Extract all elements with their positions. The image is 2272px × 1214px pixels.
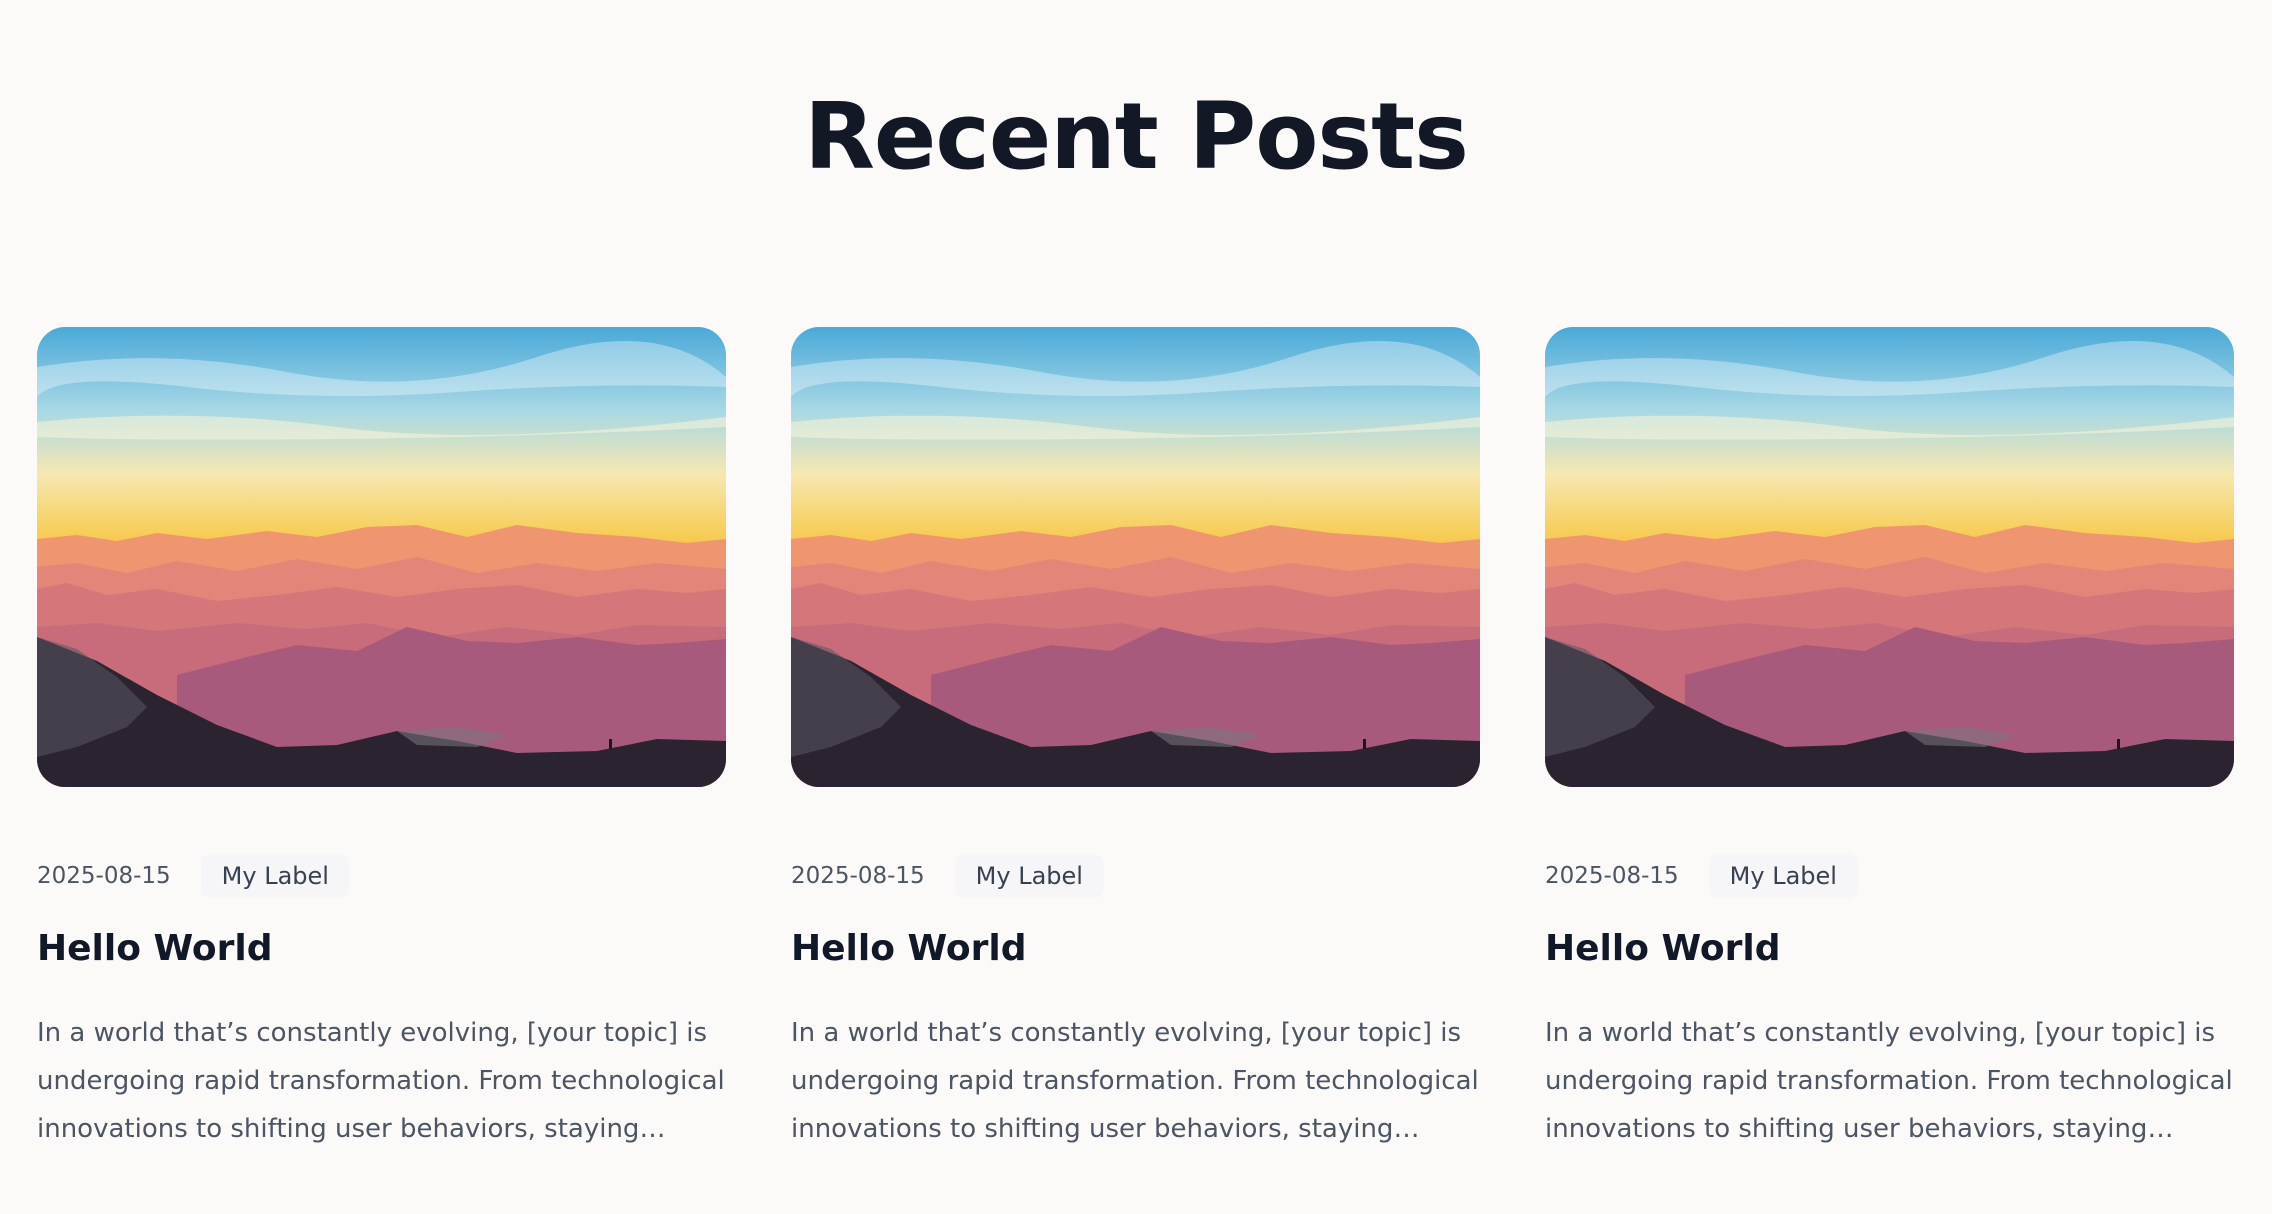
post-date: 2025-08-15 <box>1545 863 1679 889</box>
post-title[interactable]: Hello World <box>791 926 1480 971</box>
post-meta: 2025-08-15 My Label <box>791 853 1480 899</box>
post-excerpt: In a world that’s constantly evolving, [… <box>1545 1018 2233 1144</box>
post-card[interactable]: 2025-08-15 My Label Hello World In a wor… <box>791 327 1480 1153</box>
post-title[interactable]: Hello World <box>1545 926 2234 971</box>
recent-posts-section: Recent Posts 2025-08-15 My Label Hello W… <box>0 0 2272 1214</box>
section-title: Recent Posts <box>804 83 1469 190</box>
post-label-badge[interactable]: My Label <box>954 854 1104 898</box>
post-card[interactable]: 2025-08-15 My Label Hello World In a wor… <box>1545 327 2234 1153</box>
post-title[interactable]: Hello World <box>37 926 726 971</box>
post-label-badge[interactable]: My Label <box>200 854 350 898</box>
post-thumbnail[interactable] <box>1545 327 2234 787</box>
posts-grid: 2025-08-15 My Label Hello World In a wor… <box>37 327 2235 1153</box>
post-excerpt: In a world that’s constantly evolving, [… <box>37 1018 725 1144</box>
post-meta: 2025-08-15 My Label <box>1545 853 2234 899</box>
post-label-badge[interactable]: My Label <box>1708 854 1858 898</box>
post-date: 2025-08-15 <box>791 863 925 889</box>
post-meta: 2025-08-15 My Label <box>37 853 726 899</box>
post-thumbnail[interactable] <box>37 327 726 787</box>
post-date: 2025-08-15 <box>37 863 171 889</box>
post-card[interactable]: 2025-08-15 My Label Hello World In a wor… <box>37 327 726 1153</box>
post-excerpt: In a world that’s constantly evolving, [… <box>791 1018 1479 1144</box>
mountain-sunset-image <box>37 327 726 787</box>
mountain-sunset-image <box>1545 327 2234 787</box>
mountain-sunset-image <box>791 327 1480 787</box>
post-thumbnail[interactable] <box>791 327 1480 787</box>
